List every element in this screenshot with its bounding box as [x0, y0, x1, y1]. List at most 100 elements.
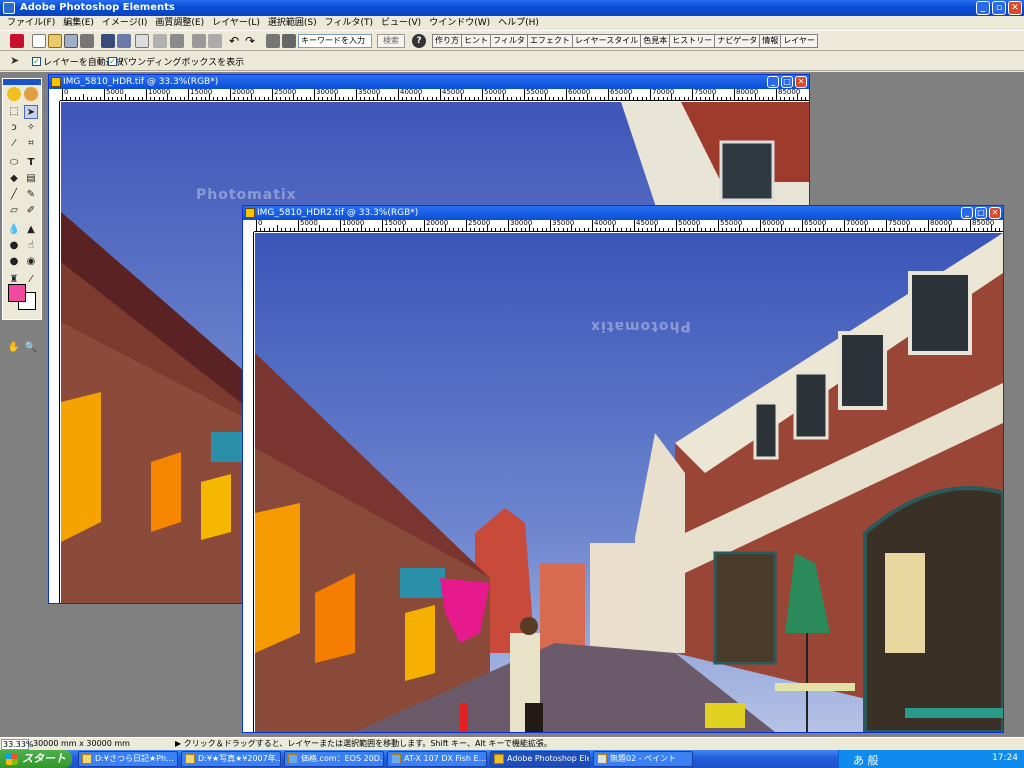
- open-folder-icon[interactable]: [48, 34, 62, 48]
- import-icon[interactable]: [64, 34, 78, 48]
- taskbar-item-explorer-2[interactable]: D:¥★写真★¥2007年...: [181, 751, 281, 767]
- tab-how-to[interactable]: 作り方: [432, 34, 461, 48]
- blur-tool-icon[interactable]: 💧: [7, 223, 21, 237]
- step-backward-icon[interactable]: [266, 34, 280, 48]
- menu-enhance[interactable]: 画質調整(E): [151, 16, 208, 30]
- adobe-logo-icon[interactable]: [10, 34, 24, 48]
- document-title-bar[interactable]: IMG_5810_HDR.tif @ 33.3%(RGB*) _ □ ✕: [49, 75, 809, 89]
- ruler-tick: [171, 97, 173, 100]
- sharpen-tool-icon[interactable]: ▲: [24, 223, 38, 237]
- menu-filter[interactable]: フィルタ(T): [321, 16, 377, 30]
- move-tool-icon[interactable]: ➤: [24, 105, 38, 119]
- show-bounding-box-option[interactable]: ✓ バウンディングボックスを表示: [108, 55, 244, 68]
- search-button[interactable]: 検索: [377, 34, 405, 48]
- close-icon[interactable]: ✕: [795, 76, 807, 88]
- print-icon[interactable]: [192, 34, 206, 48]
- taskbar-item-photoshop[interactable]: Adobe Photoshop Ele...: [490, 751, 590, 767]
- close-icon[interactable]: ✕: [1008, 1, 1022, 15]
- eraser-tool-icon[interactable]: ▱: [7, 204, 21, 218]
- scanner-icon[interactable]: [80, 34, 94, 48]
- taskbar-item-browser-2[interactable]: AT-X 107 DX Fish E...: [387, 751, 487, 767]
- tab-navigator[interactable]: ナビゲータ: [714, 34, 760, 48]
- impressionist-brush-icon[interactable]: ✐: [24, 204, 38, 218]
- smudge-tool-icon[interactable]: ☝: [24, 239, 38, 253]
- print-preview-icon[interactable]: [208, 34, 222, 48]
- gradient-tool-icon[interactable]: ▤: [24, 172, 38, 186]
- start-button[interactable]: スタート: [0, 750, 72, 768]
- lasso-tool-icon[interactable]: ↄ: [7, 121, 21, 135]
- menu-window[interactable]: ウインドウ(W): [425, 16, 494, 30]
- undo-icon[interactable]: ↶: [229, 34, 243, 48]
- taskbar-item-paint[interactable]: 無題02 - ペイント: [593, 751, 693, 767]
- tab-effects[interactable]: エフェクト: [526, 34, 572, 48]
- menu-help[interactable]: ヘルプ(H): [494, 16, 543, 30]
- paint-bucket-icon[interactable]: ◆: [7, 172, 21, 186]
- menu-select[interactable]: 選択範囲(S): [264, 16, 321, 30]
- document-size[interactable]: 30000 mm x 30000 mm: [33, 738, 130, 750]
- photo-creations-icon[interactable]: [170, 34, 184, 48]
- red-eye-brush-icon[interactable]: ◉: [24, 255, 38, 269]
- online-services-icon[interactable]: [153, 34, 167, 48]
- help-icon[interactable]: ?: [412, 34, 426, 48]
- shape-tool-icon[interactable]: ⬭: [7, 156, 21, 170]
- document-title: IMG_5810_HDR.tif @ 33.3%(RGB*): [63, 77, 219, 87]
- checkbox-icon[interactable]: ✓: [32, 57, 41, 66]
- sponge-tool-icon[interactable]: ●: [7, 239, 21, 253]
- adobe-online-icon[interactable]: [7, 87, 21, 101]
- close-icon[interactable]: ✕: [989, 207, 1001, 219]
- file-browser-icon[interactable]: [282, 34, 296, 48]
- menu-file[interactable]: ファイル(F): [3, 16, 59, 30]
- zoom-level-field[interactable]: 33.33%: [1, 739, 34, 750]
- menu-image[interactable]: イメージ(I): [98, 16, 152, 30]
- tab-history[interactable]: ヒストリー: [669, 34, 715, 48]
- maximize-icon[interactable]: □: [781, 76, 793, 88]
- photomerge-icon[interactable]: [24, 87, 38, 101]
- minimize-icon[interactable]: _: [767, 76, 779, 88]
- tab-swatches[interactable]: 色見本: [640, 34, 670, 48]
- document-title-bar[interactable]: IMG_5810_HDR2.tif @ 33.3%(RGB*) _ □ ✕: [243, 206, 1003, 220]
- restore-icon[interactable]: ▫: [992, 1, 1006, 15]
- tab-layers[interactable]: レイヤー: [780, 34, 818, 48]
- minimize-icon[interactable]: _: [976, 1, 990, 15]
- type-tool-icon[interactable]: T: [24, 156, 38, 170]
- attach-email-icon[interactable]: [135, 34, 149, 48]
- ruler-tick: [865, 225, 866, 231]
- taskbar-item-explorer-1[interactable]: D:¥さつら日記★Ph...: [78, 751, 178, 767]
- tab-hints[interactable]: ヒント: [461, 34, 490, 48]
- tab-info[interactable]: 情報: [759, 34, 781, 48]
- search-input[interactable]: キーワードを入力: [298, 34, 372, 48]
- document-canvas[interactable]: Photomatix: [255, 233, 1003, 732]
- tab-filters[interactable]: フィルタ: [490, 34, 527, 48]
- marquee-tool-icon[interactable]: ⬚: [7, 105, 21, 119]
- redo-icon[interactable]: ↷: [245, 34, 259, 48]
- selection-brush-icon[interactable]: ⁄: [7, 137, 21, 151]
- zoom-tool-icon[interactable]: 🔍: [24, 341, 38, 355]
- burn-tool-icon[interactable]: ●: [7, 255, 21, 269]
- ruler-tick: [515, 97, 517, 100]
- foreground-color-swatch[interactable]: [8, 284, 26, 302]
- tab-layer-styles[interactable]: レイヤースタイル: [571, 34, 641, 48]
- toolbox-header[interactable]: [3, 79, 41, 85]
- save-icon[interactable]: [101, 34, 115, 48]
- new-document-icon[interactable]: [32, 34, 46, 48]
- maximize-icon[interactable]: □: [975, 207, 987, 219]
- save-for-web-icon[interactable]: [117, 34, 131, 48]
- document-window-hdr2[interactable]: IMG_5810_HDR2.tif @ 33.3%(RGB*) _ □ ✕ 0 5…: [242, 205, 1004, 733]
- ruler-tick: [285, 228, 287, 231]
- menu-edit[interactable]: 編集(E): [59, 16, 98, 30]
- taskbar-item-browser-1[interactable]: 価格.com：EOS 20D...: [284, 751, 384, 767]
- hand-tool-icon[interactable]: ✋: [7, 341, 21, 355]
- clock[interactable]: 17:24: [992, 753, 1018, 763]
- minimize-icon[interactable]: _: [961, 207, 973, 219]
- move-tool-icon[interactable]: ➤: [10, 54, 24, 68]
- menu-view[interactable]: ビュー(V): [377, 16, 425, 30]
- magic-wand-icon[interactable]: ✧: [24, 121, 38, 135]
- menu-layer[interactable]: レイヤー(L): [208, 16, 264, 30]
- ime-indicator[interactable]: あ 般: [853, 752, 879, 768]
- pencil-tool-icon[interactable]: ✎: [24, 188, 38, 202]
- crop-tool-icon[interactable]: ⌗: [24, 137, 38, 151]
- app-title-bar[interactable]: Adobe Photoshop Elements _ ▫ ✕: [0, 0, 1024, 16]
- brush-tool-icon[interactable]: ╱: [7, 188, 21, 202]
- ruler-tick: [557, 97, 559, 100]
- checkbox-icon[interactable]: ✓: [108, 57, 117, 66]
